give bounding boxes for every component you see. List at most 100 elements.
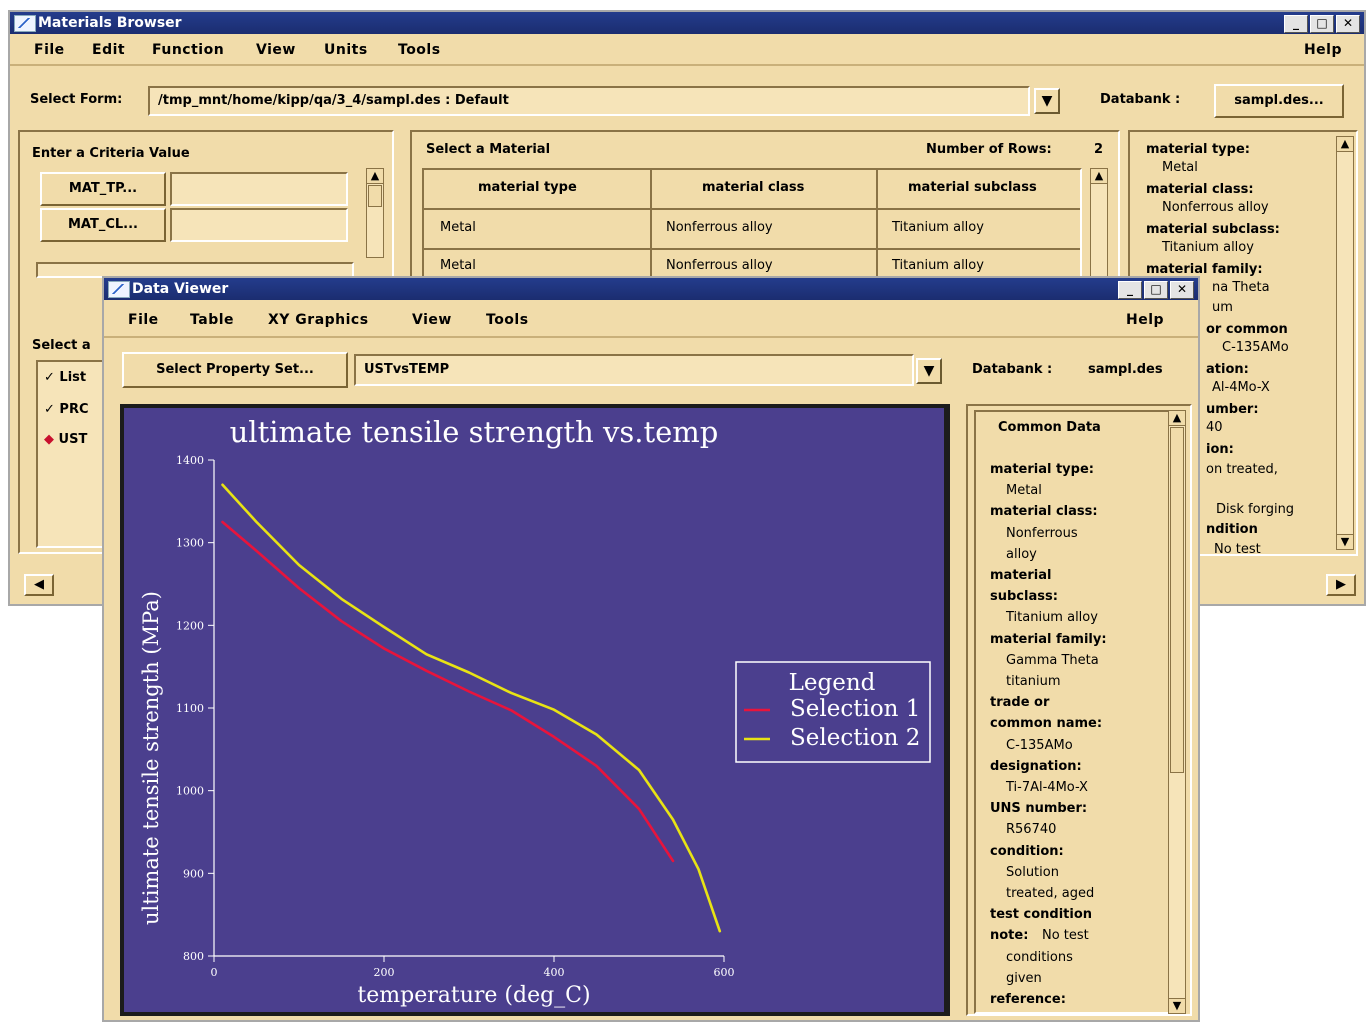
scroll-up-icon[interactable]: ▲	[1168, 410, 1186, 426]
radio-prc[interactable]: ✓ PRC	[44, 402, 89, 417]
y-tick-label: 1000	[176, 785, 204, 798]
common-data-title: Common Data	[998, 420, 1101, 435]
data-viewer-window: Data Viewer _ □ ✕ File Table XY Graphics…	[102, 276, 1200, 1022]
y-axis-label: ultimate tensile strength (MPa)	[139, 591, 163, 925]
detail-key: ndition	[1206, 522, 1258, 537]
col-divider	[876, 170, 878, 290]
close-icon[interactable]: ✕	[1336, 15, 1360, 33]
menu-help[interactable]: Help	[1126, 312, 1164, 328]
x-tick-label: 0	[211, 966, 218, 979]
menu-table[interactable]: Table	[190, 312, 234, 328]
scroll-down-icon[interactable]: ▼	[1336, 534, 1354, 550]
property-set-field[interactable]: USTvsTEMP	[354, 354, 914, 386]
menu-units[interactable]: Units	[324, 42, 368, 58]
detail-value: C-135AMo	[1222, 340, 1289, 355]
common-data-key: material	[990, 568, 1052, 583]
common-data-value: Ti-7Al-4Mo-X	[1006, 780, 1088, 795]
table-scrollbar[interactable]: ▲	[1090, 168, 1108, 286]
scroll-down-icon[interactable]: ▼	[1168, 998, 1186, 1014]
y-tick-label: 1200	[176, 619, 204, 632]
detail-value: Nonferrous alloy	[1162, 200, 1269, 215]
criteria-scrollbar[interactable]: ▲	[366, 168, 384, 258]
common-data-key: common name:	[990, 716, 1103, 732]
detail-key: material family:	[1146, 262, 1263, 277]
x-tick-label: 200	[374, 966, 395, 979]
row-separator	[424, 248, 1080, 250]
scroll-thumb[interactable]	[1170, 427, 1184, 773]
detail-key: ion:	[1206, 442, 1234, 457]
material-table: material type material class material su…	[422, 168, 1082, 290]
radio-ust[interactable]: ◆ UST	[44, 432, 87, 447]
col-header-subclass[interactable]: material subclass	[908, 180, 1037, 195]
menu-help[interactable]: Help	[1304, 42, 1342, 58]
common-data-key: subclass:	[990, 589, 1058, 605]
menu-tools[interactable]: Tools	[398, 42, 441, 58]
select-form-value: /tmp_mnt/home/kipp/qa/3_4/sampl.des : De…	[158, 93, 509, 108]
menu-view[interactable]: View	[412, 312, 452, 328]
scroll-up-icon[interactable]: ▲	[1090, 168, 1108, 184]
common-data-key: note:	[990, 928, 1029, 944]
material-table-panel: Select a Material Number of Rows: 2 mate…	[410, 130, 1120, 290]
common-data-box: Common Data material type: Metal material …	[974, 410, 1170, 1014]
close-icon[interactable]: ✕	[1170, 281, 1194, 299]
minimize-icon[interactable]: _	[1284, 15, 1308, 33]
common-data-value: titanium	[1006, 674, 1061, 689]
viewer-titlebar[interactable]: Data Viewer _ □ ✕	[104, 278, 1198, 300]
menu-xy-graphics[interactable]: XY Graphics	[268, 312, 369, 328]
menu-function[interactable]: Function	[152, 42, 224, 58]
criteria-mat-tp-button[interactable]: MAT_TP...	[40, 172, 166, 206]
app-icon	[108, 281, 130, 298]
legend-title: Legend	[789, 670, 876, 696]
detail-scrollbar[interactable]: ▲ ▼	[1336, 136, 1354, 550]
select-form-field[interactable]: /tmp_mnt/home/kipp/qa/3_4/sampl.des : De…	[148, 86, 1030, 116]
criteria-mat-cl-button[interactable]: MAT_CL...	[40, 208, 166, 242]
viewer-title: Data Viewer	[132, 281, 229, 297]
property-dropdown-icon[interactable]: ▼	[916, 358, 942, 384]
detail-key: material subclass:	[1146, 222, 1280, 237]
cell-type: Metal	[440, 220, 476, 235]
detail-value: Disk forging	[1216, 502, 1295, 517]
menu-tools[interactable]: Tools	[486, 312, 529, 328]
detail-value: na Theta	[1212, 280, 1270, 295]
criteria-mat-tp-input[interactable]	[170, 172, 348, 206]
select-property-set-button[interactable]: Select Property Set...	[122, 352, 348, 388]
common-data-value: Nonferrous	[1006, 525, 1078, 541]
common-data-key: material family:	[990, 631, 1107, 647]
common-data-key: trade or	[990, 695, 1050, 711]
scroll-up-icon[interactable]: ▲	[366, 168, 384, 184]
maximize-icon[interactable]: □	[1144, 281, 1168, 299]
common-data-key: UNS number:	[990, 801, 1088, 817]
browser-title: Materials Browser	[38, 15, 182, 31]
common-data-key: material type:	[990, 462, 1094, 477]
maximize-icon[interactable]: □	[1310, 15, 1334, 33]
scroll-up-icon[interactable]: ▲	[1336, 136, 1354, 152]
select-form-dropdown-icon[interactable]: ▼	[1034, 88, 1060, 114]
browser-menubar: File Edit Function View Units Tools Help	[10, 36, 1364, 66]
databank-button[interactable]: sampl.des...	[1214, 84, 1344, 118]
legend-label-1: Selection 1	[790, 696, 920, 722]
material-table-title: Select a Material	[426, 142, 551, 157]
menu-file[interactable]: File	[128, 312, 159, 328]
scroll-thumb[interactable]	[368, 185, 382, 207]
col-header-class[interactable]: material class	[702, 180, 804, 195]
criteria-title: Enter a Criteria Value	[32, 146, 190, 161]
col-header-type[interactable]: material type	[478, 180, 577, 195]
common-data-value: treated, aged	[1006, 886, 1095, 901]
browser-titlebar[interactable]: Materials Browser _ □ ✕	[10, 12, 1364, 34]
detail-value: Al-4Mo-X	[1212, 380, 1270, 395]
scroll-right-icon[interactable]: ▶	[1326, 574, 1356, 596]
scroll-left-icon[interactable]: ◀	[24, 574, 54, 596]
criteria-mat-cl-input[interactable]	[170, 208, 348, 242]
common-data-scrollbar[interactable]: ▲ ▼	[1168, 410, 1186, 1014]
chart-title: ultimate tensile strength vs.temp	[230, 415, 719, 449]
x-tick-label: 400	[544, 966, 565, 979]
menu-file[interactable]: File	[34, 42, 65, 58]
minimize-icon[interactable]: _	[1118, 281, 1142, 299]
viewer-databank-label: Databank :	[972, 362, 1053, 377]
menu-edit[interactable]: Edit	[92, 42, 125, 58]
y-tick-label: 800	[183, 950, 204, 963]
radio-list[interactable]: ✓ List	[44, 370, 86, 385]
menu-view[interactable]: View	[256, 42, 296, 58]
y-tick-label: 1300	[176, 537, 204, 550]
y-tick-label: 900	[183, 867, 204, 880]
